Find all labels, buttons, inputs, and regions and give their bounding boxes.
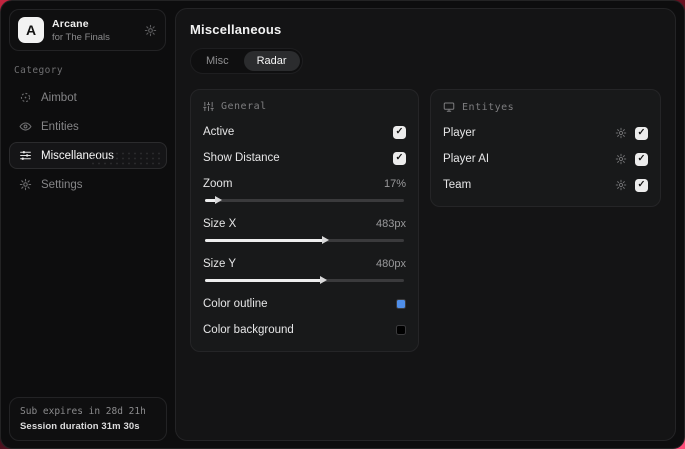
entity-row-player-ai: Player AI ✓ [443,149,648,169]
tab-group: Misc Radar [190,48,303,74]
team-settings-gear-icon[interactable] [615,179,627,191]
adjustments-icon [203,101,214,112]
setting-label: Color background [203,324,294,336]
entities-panel-header: Entityes [443,101,648,113]
entity-controls: ✓ [615,126,648,140]
app-meta: Arcane for The Finals [52,18,136,43]
general-panel-header: General [203,101,406,112]
sidebar-item-aimbot[interactable]: Aimbot [9,84,167,111]
setting-label: Active [203,126,235,138]
gear-icon [19,178,32,191]
slider-fill [205,278,323,282]
setting-label: Size X [203,218,237,230]
entity-label: Player [443,127,476,139]
app-name: Arcane [52,17,89,30]
team-checkbox[interactable]: ✓ [635,178,648,192]
entity-controls: ✓ [615,178,648,192]
crosshair-icon [19,91,32,104]
general-panel-title: General [221,101,267,112]
entity-row-team: Team ✓ [443,175,648,195]
zoom-slider[interactable] [205,196,405,204]
setting-label: Zoom [203,178,233,190]
size-y-slider[interactable] [205,276,405,284]
category-label: Category [14,65,63,76]
panels-row: General Active ✓ Show Distance ✓ Zoom 17… [190,89,661,352]
slider-fill [205,238,325,242]
entity-label: Player AI [443,153,490,165]
player-ai-checkbox[interactable]: ✓ [635,152,648,166]
setting-row-active: Active ✓ [203,122,407,142]
sidebar-item-entities[interactable]: Entities [9,113,167,140]
general-panel: General Active ✓ Show Distance ✓ Zoom 17… [190,89,420,352]
setting-row-size-y: Size Y 480px [203,254,406,274]
page-title: Miscellaneous [190,22,282,37]
player-settings-gear-icon[interactable] [615,127,627,139]
main-content: Miscellaneous Misc Radar General Active [175,8,676,441]
monitor-icon [443,101,455,113]
slider-thumb[interactable] [322,236,330,244]
sub-expiry-text: Sub expires in 28d 21h [20,406,146,417]
entity-row-player: Player ✓ [443,123,648,143]
sliders-icon [19,149,32,162]
sidebar-item-label: Aimbot [41,91,77,104]
tab-radar[interactable]: Radar [243,51,300,71]
app-logo: A [18,17,44,43]
slider-thumb[interactable] [320,276,328,284]
size-y-value: 480px [376,258,407,270]
setting-row-color-outline: Color outline [203,294,407,314]
sidebar-item-label: Miscellaneous [41,149,114,162]
size-x-slider[interactable] [205,236,405,244]
setting-label: Size Y [203,258,237,270]
setting-row-size-x: Size X 483px [203,214,406,234]
player-checkbox[interactable]: ✓ [635,126,648,140]
color-background-swatch[interactable] [396,325,407,335]
sidebar-item-miscellaneous[interactable]: Miscellaneous [9,142,167,169]
eye-icon [19,120,32,133]
entities-panel: Entityes Player ✓ Player AI ✓ Team ✓ [430,89,661,207]
color-outline-swatch[interactable] [396,299,407,309]
setting-row-color-background: Color background [203,320,407,340]
subscription-card: Sub expires in 28d 21h Session duration … [9,397,167,441]
player-ai-settings-gear-icon[interactable] [615,153,627,165]
setting-row-zoom: Zoom 17% [203,174,406,194]
sidebar: A Arcane for The Finals Category Aimbot … [1,1,175,448]
entity-label: Team [443,179,472,191]
sidebar-nav: Aimbot Entities Miscellaneous Settings [1,84,175,198]
entity-controls: ✓ [615,152,648,166]
header-gear-icon[interactable] [144,24,157,37]
slider-thumb[interactable] [214,196,222,204]
sidebar-item-label: Settings [41,178,83,191]
sidebar-item-label: Entities [41,120,79,133]
zoom-value: 17% [384,178,407,190]
slider-track [205,199,405,202]
active-checkbox[interactable]: ✓ [393,125,407,139]
entities-panel-title: Entityes [462,101,515,113]
setting-row-show-distance: Show Distance ✓ [203,148,407,168]
sidebar-item-settings[interactable]: Settings [9,171,167,198]
tab-misc[interactable]: Misc [193,51,242,71]
app-header-card: A Arcane for The Finals [9,9,166,51]
setting-label: Show Distance [203,152,280,164]
size-x-value: 483px [376,218,407,230]
app-window: A Arcane for The Finals Category Aimbot … [0,0,685,449]
app-subtitle: for The Finals [52,31,110,43]
setting-label: Color outline [203,298,268,310]
show-distance-checkbox[interactable]: ✓ [393,151,407,165]
session-duration-text: Session duration 31m 30s [20,421,140,432]
